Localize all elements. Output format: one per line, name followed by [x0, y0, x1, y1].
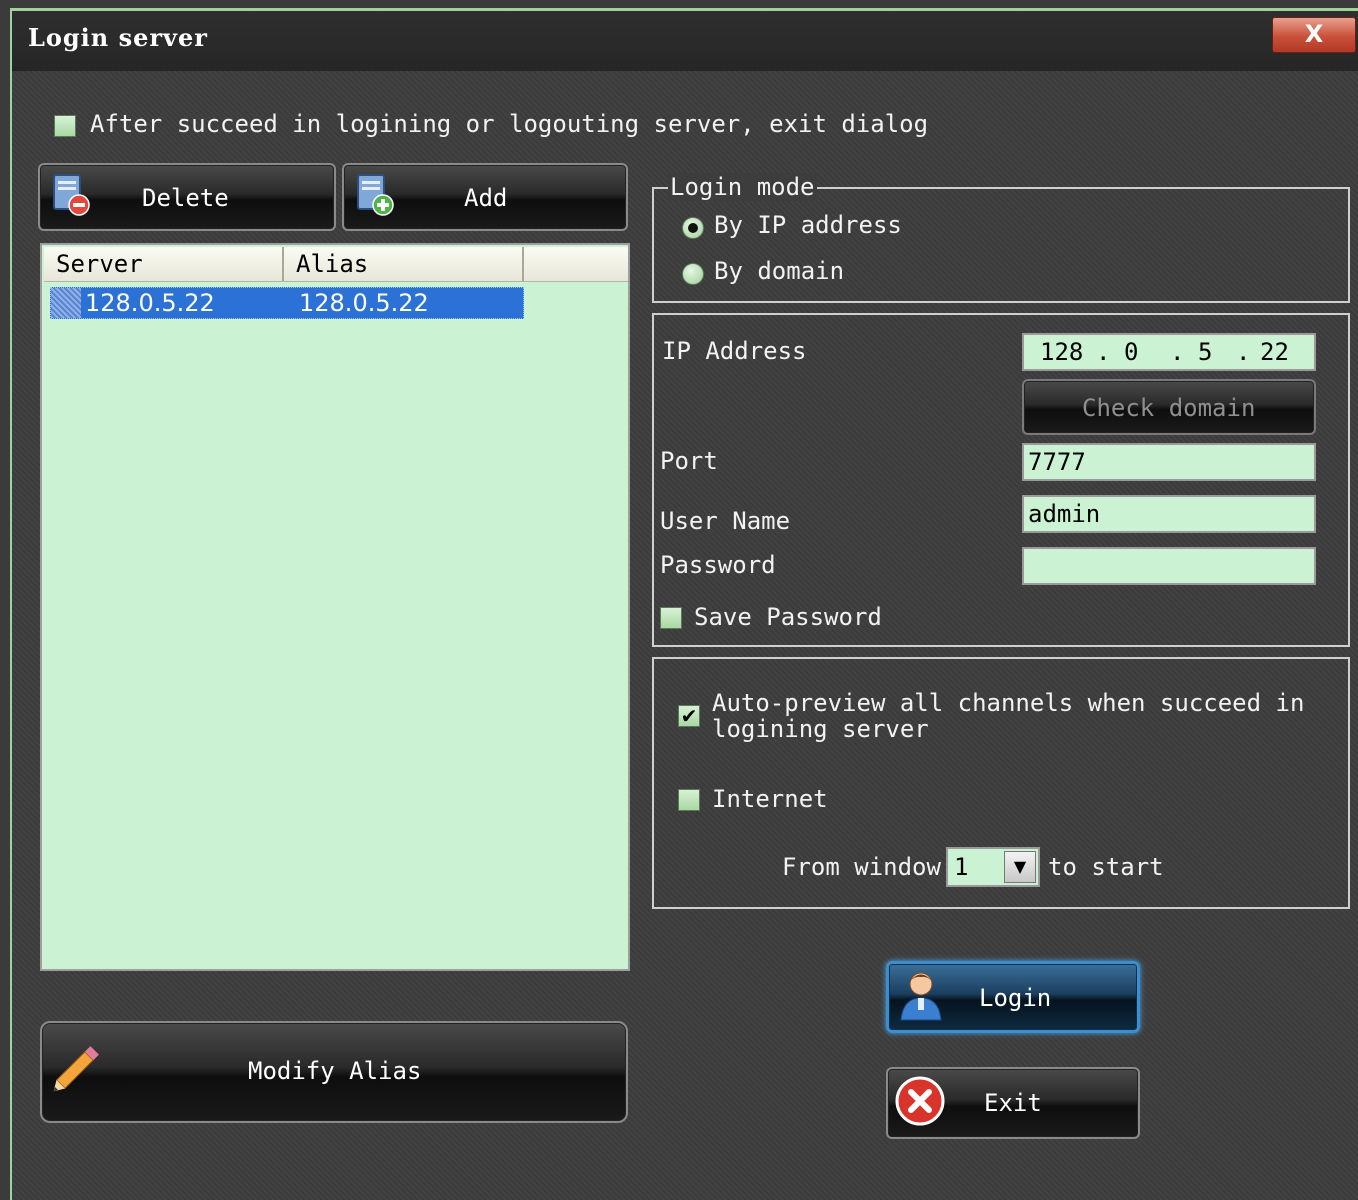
ip-dot-1: .: [1096, 338, 1111, 366]
user-icon: [900, 972, 942, 1021]
window-title: Login server: [28, 23, 208, 52]
ip-dot-3: .: [1236, 338, 1251, 366]
options-group: ✔ Auto-preview all channels when succeed…: [652, 657, 1350, 909]
ip-octet-4: 22: [1260, 338, 1289, 366]
exit-dialog-checkbox[interactable]: [54, 115, 76, 137]
port-input[interactable]: 7777: [1022, 443, 1316, 481]
auto-preview-checkbox[interactable]: ✔: [678, 705, 700, 727]
server-list-header: Server Alias: [44, 247, 628, 282]
server-list[interactable]: Server Alias 128.0.5.22 128.0.5.22: [40, 243, 630, 971]
login-mode-title: Login mode: [668, 173, 817, 201]
internet-checkbox[interactable]: [678, 789, 700, 811]
ip-octet-1: 128: [1040, 338, 1084, 366]
radio-selected-dot: [688, 223, 698, 233]
add-button-label: Add: [464, 184, 508, 212]
row-server-cell: 128.0.5.22: [85, 289, 215, 317]
login-server-dialog: Login server X After succeed in logining…: [10, 8, 1358, 1200]
ip-dot-2: .: [1170, 338, 1185, 366]
auto-preview-label-line2: logining server: [712, 715, 929, 743]
port-label: Port: [660, 447, 718, 475]
close-button[interactable]: X: [1272, 17, 1356, 53]
add-server-button[interactable]: Add: [342, 163, 628, 231]
username-label: User Name: [660, 507, 791, 535]
exit-button-label: Exit: [984, 1089, 1042, 1117]
save-password-label: Save Password: [694, 603, 882, 631]
save-password-checkbox[interactable]: [660, 607, 682, 629]
radio-by-ip-label: By IP address: [714, 211, 902, 239]
exit-dialog-label: After succeed in logining or logouting s…: [90, 110, 929, 138]
ip-address-input[interactable]: 128 . 0 . 5 . 22: [1022, 333, 1316, 371]
auto-preview-label-line1: Auto-preview all channels when succeed i…: [712, 689, 1305, 717]
ip-octet-2: 0: [1124, 338, 1139, 366]
server-list-row[interactable]: 128.0.5.22 128.0.5.22: [50, 287, 524, 319]
password-label: Password: [660, 551, 776, 579]
ip-octet-3: 5: [1198, 338, 1213, 366]
from-window-value: 1: [954, 853, 969, 881]
column-header-server[interactable]: Server: [44, 247, 284, 281]
from-window-label: From window: [782, 853, 941, 881]
delete-server-icon: [53, 174, 90, 216]
username-input[interactable]: admin: [1022, 495, 1316, 533]
title-bar[interactable]: Login server X: [12, 11, 1358, 71]
login-button[interactable]: Login: [886, 961, 1140, 1033]
modify-alias-label: Modify Alias: [248, 1057, 422, 1085]
radio-by-ip[interactable]: [682, 217, 704, 239]
add-server-icon: [357, 174, 394, 216]
exit-button[interactable]: Exit: [886, 1067, 1140, 1139]
login-button-label: Login: [979, 984, 1052, 1012]
column-header-alias[interactable]: Alias: [284, 247, 524, 281]
close-circle-icon: [895, 1076, 945, 1126]
radio-by-domain[interactable]: [682, 263, 704, 285]
modify-alias-button[interactable]: Modify Alias: [40, 1021, 628, 1123]
connection-group: IP Address 128 . 0 . 5 . 22 Check domain…: [652, 313, 1350, 647]
check-domain-button[interactable]: Check domain: [1022, 379, 1316, 435]
login-mode-group: Login mode By IP address By domain: [652, 173, 1350, 303]
delete-button-label: Delete: [142, 184, 229, 212]
from-window-select[interactable]: 1 ▼: [946, 847, 1040, 887]
password-input[interactable]: [1022, 547, 1316, 585]
to-start-label: to start: [1048, 853, 1164, 881]
check-domain-label: Check domain: [1082, 394, 1256, 422]
ip-address-label: IP Address: [662, 337, 807, 365]
pencil-icon: [53, 1046, 99, 1092]
row-alias-cell: 128.0.5.22: [299, 289, 429, 317]
chevron-down-icon[interactable]: ▼: [1004, 851, 1036, 883]
internet-label: Internet: [712, 785, 828, 813]
row-state-icon: [51, 288, 81, 318]
radio-by-domain-label: By domain: [714, 257, 845, 285]
delete-server-button[interactable]: Delete: [38, 163, 336, 231]
